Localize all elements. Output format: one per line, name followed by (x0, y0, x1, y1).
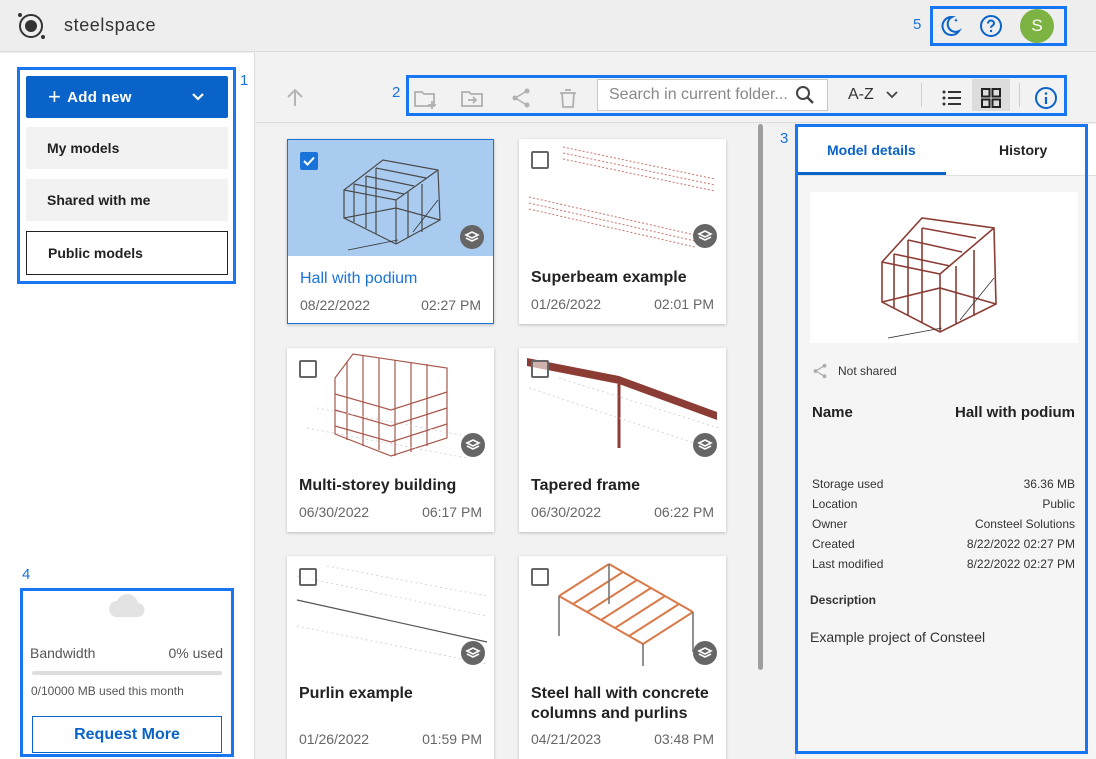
info-icon[interactable] (1034, 86, 1058, 110)
delete-icon[interactable] (556, 86, 580, 110)
name-value: Hall with podium (955, 404, 1075, 421)
model-time: 06:22 PM (654, 504, 714, 520)
sidebar-item-label: Public models (48, 245, 143, 261)
model-title: Purlin example (299, 685, 413, 702)
sidebar-item-shared-with-me[interactable]: Shared with me (26, 179, 228, 221)
move-to-folder-icon[interactable] (460, 86, 484, 110)
detail-label: Last modified (812, 557, 884, 571)
model-date: 04/21/2023 (531, 731, 602, 747)
detail-label: Storage used (812, 477, 884, 491)
detail-value: 36.36 MB (1023, 477, 1075, 491)
share-icon (813, 363, 827, 379)
brand-name: steelspace (64, 15, 157, 35)
model-preview (810, 192, 1078, 343)
new-folder-icon[interactable] (413, 86, 437, 110)
description-text: Example project of Consteel (810, 629, 986, 645)
search-icon[interactable] (795, 85, 815, 105)
share-icon[interactable] (509, 86, 533, 110)
chevron-down-icon[interactable] (884, 87, 900, 103)
name-label: Name (812, 404, 853, 421)
model-checkbox[interactable] (531, 151, 549, 169)
header-actions: S (930, 6, 1066, 46)
layers-badge-icon (461, 641, 485, 665)
hall-model-preview-icon (881, 217, 997, 339)
layers-badge-icon (461, 433, 485, 457)
search-box (597, 79, 828, 111)
model-card-hall-with-podium[interactable]: Hall with podium 08/22/2022 02:27 PM (287, 139, 494, 324)
share-status: Not shared (838, 364, 897, 378)
detail-value: Consteel Solutions (974, 517, 1075, 531)
sidebar-item-my-models[interactable]: My models (26, 127, 228, 169)
model-time: 02:27 PM (421, 297, 481, 313)
model-checkbox[interactable] (299, 360, 317, 378)
model-time: 02:01 PM (654, 296, 714, 312)
list-view-icon[interactable] (940, 86, 964, 110)
steelspace-logo-icon (18, 13, 45, 39)
annotation-label-5: 5 (913, 16, 922, 33)
search-input[interactable] (598, 80, 788, 110)
add-new-button[interactable]: + Add new (26, 76, 228, 118)
model-card-superbeam-example[interactable]: Superbeam example 01/26/2022 02:01 PM (519, 139, 726, 324)
annotation-label-4: 4 (22, 566, 31, 583)
model-title: Superbeam example (531, 269, 687, 286)
toolbar-divider (1019, 83, 1020, 107)
model-time: 06:17 PM (422, 504, 482, 520)
model-card-steel-hall-concrete[interactable]: Steel hall with concrete columns and pur… (519, 556, 726, 759)
model-card-tapered-frame[interactable]: Tapered frame 06/30/2022 06:22 PM (519, 348, 726, 532)
detail-label: Location (812, 497, 858, 511)
check-icon (303, 156, 315, 166)
annotation-label-2: 2 (392, 84, 401, 101)
cloud-icon (109, 594, 145, 618)
model-date: 06/30/2022 (531, 504, 602, 520)
detail-value: Public (1042, 497, 1075, 511)
detail-value: 8/22/2022 02:27 PM (966, 557, 1075, 571)
arrow-up-icon[interactable] (283, 86, 307, 110)
annotation-label-1: 1 (240, 72, 249, 89)
model-title: Hall with podium (300, 270, 418, 287)
sidebar-item-label: Shared with me (47, 192, 151, 208)
chevron-down-icon (192, 93, 204, 101)
model-time: 03:48 PM (654, 731, 714, 747)
sidebar-item-public-models[interactable]: Public models (26, 231, 228, 275)
bandwidth-progress-bar (32, 671, 222, 675)
sort-dropdown[interactable]: A-Z (848, 86, 874, 104)
sidebar-item-label: My models (47, 140, 120, 156)
model-title: Tapered frame (531, 477, 641, 494)
model-checkbox[interactable] (299, 568, 317, 586)
model-card-multi-storey-building[interactable]: Multi-storey building 06/30/2022 06:17 P… (287, 348, 494, 532)
user-avatar[interactable]: S (1020, 9, 1054, 43)
model-date: 06/30/2022 (299, 504, 370, 520)
model-date: 01/26/2022 (531, 296, 602, 312)
model-title: Multi-storey building (299, 477, 457, 494)
layers-badge-icon (693, 641, 717, 665)
scrollbar[interactable] (758, 124, 763, 670)
help-icon[interactable] (979, 14, 1003, 38)
layers-badge-icon (460, 225, 484, 249)
bandwidth-label: Bandwidth (30, 645, 96, 661)
grid-view-icon[interactable] (979, 86, 1003, 110)
model-checkbox[interactable] (531, 360, 549, 378)
model-date: 08/22/2022 (300, 297, 371, 313)
model-date: 01/26/2022 (299, 731, 370, 747)
request-more-button[interactable]: Request More (32, 716, 222, 753)
bandwidth-detail: 0/10000 MB used this month (31, 684, 184, 698)
dark-mode-icon[interactable] (938, 14, 962, 38)
model-title: Steel hall with concrete columns and pur… (531, 685, 709, 722)
description-label: Description (810, 593, 877, 607)
model-card-purlin-example[interactable]: Purlin example 01/26/2022 01:59 PM (287, 556, 494, 759)
detail-label: Created (812, 537, 855, 551)
model-checkbox[interactable] (300, 152, 318, 170)
plus-icon: + (48, 84, 62, 109)
add-new-label: Add new (67, 88, 132, 106)
detail-label: Owner (812, 517, 848, 531)
bandwidth-used: 0% used (168, 645, 223, 661)
layers-badge-icon (693, 224, 717, 248)
model-time: 01:59 PM (422, 731, 482, 747)
annotation-label-3: 3 (780, 130, 789, 147)
toolbar-divider (921, 83, 922, 107)
model-checkbox[interactable] (531, 568, 549, 586)
detail-value: 8/22/2022 02:27 PM (966, 537, 1075, 551)
layers-badge-icon (693, 433, 717, 457)
